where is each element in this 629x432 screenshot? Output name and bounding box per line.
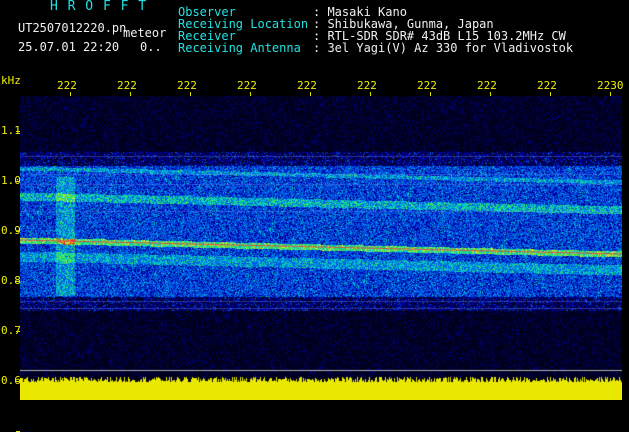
x-tick-label: 222 (357, 79, 377, 92)
counter: 0.. (140, 40, 162, 54)
x-tick-label: 222 (417, 79, 437, 92)
x-tick-label: 222 (177, 79, 197, 92)
antenna-label: Receiving Antenna (178, 41, 301, 55)
y-unit-label: kHz (1, 74, 21, 87)
x-tick-label: 222 (297, 79, 317, 92)
datetime: 25.07.01 22:20 (18, 40, 120, 54)
x-tick-label: 2230 (597, 79, 624, 92)
observation-type: meteor (123, 26, 167, 40)
file-name: UT2507012220.pn (18, 21, 127, 35)
x-tick-label: 222 (57, 79, 77, 92)
app-title: H R O F F T (50, 0, 148, 14)
x-tick-label: 222 (117, 79, 137, 92)
antenna-value: : 3el Yagi(V) Az 330 for Vladivostok (313, 41, 574, 55)
x-tick-label: 222 (237, 79, 257, 92)
x-tick-label: 222 (537, 79, 557, 92)
waterfall-spectrogram (20, 96, 622, 400)
x-tick-label: 222 (477, 79, 497, 92)
